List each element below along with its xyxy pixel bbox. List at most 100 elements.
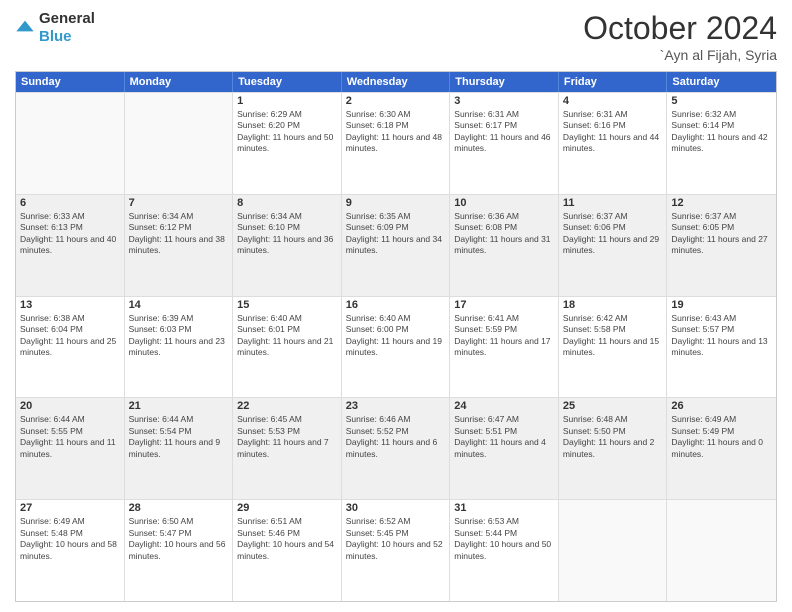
calendar-cell: 6 Sunrise: 6:33 AMSunset: 6:13 PMDaylight…: [16, 195, 125, 296]
calendar-cell: 15 Sunrise: 6:40 AMSunset: 6:01 PMDayligh…: [233, 297, 342, 398]
cell-info: Sunrise: 6:39 AMSunset: 6:03 PMDaylight:…: [129, 313, 229, 359]
calendar-cell: 13 Sunrise: 6:38 AMSunset: 6:04 PMDayligh…: [16, 297, 125, 398]
cell-info: Sunrise: 6:52 AMSunset: 5:45 PMDaylight:…: [346, 516, 446, 562]
day-number: 9: [346, 197, 446, 209]
cell-info: Sunrise: 6:40 AMSunset: 6:00 PMDaylight:…: [346, 313, 446, 359]
logo-general: General: [39, 10, 95, 27]
day-header-monday: Monday: [125, 72, 234, 92]
day-number: 19: [671, 299, 772, 311]
day-number: 3: [454, 95, 554, 107]
day-header-saturday: Saturday: [667, 72, 776, 92]
calendar-cell: 7 Sunrise: 6:34 AMSunset: 6:12 PMDaylight…: [125, 195, 234, 296]
cell-info: Sunrise: 6:29 AMSunset: 6:20 PMDaylight:…: [237, 109, 337, 155]
cell-info: Sunrise: 6:41 AMSunset: 5:59 PMDaylight:…: [454, 313, 554, 359]
cell-info: Sunrise: 6:37 AMSunset: 6:05 PMDaylight:…: [671, 211, 772, 257]
cell-info: Sunrise: 6:45 AMSunset: 5:53 PMDaylight:…: [237, 414, 337, 460]
day-number: 2: [346, 95, 446, 107]
cell-info: Sunrise: 6:38 AMSunset: 6:04 PMDaylight:…: [20, 313, 120, 359]
cell-info: Sunrise: 6:40 AMSunset: 6:01 PMDaylight:…: [237, 313, 337, 359]
cell-info: Sunrise: 6:53 AMSunset: 5:44 PMDaylight:…: [454, 516, 554, 562]
cell-info: Sunrise: 6:30 AMSunset: 6:18 PMDaylight:…: [346, 109, 446, 155]
calendar-cell: 14 Sunrise: 6:39 AMSunset: 6:03 PMDayligh…: [125, 297, 234, 398]
day-number: 6: [20, 197, 120, 209]
day-number: 18: [563, 299, 663, 311]
calendar-cell: [559, 500, 668, 601]
day-header-sunday: Sunday: [16, 72, 125, 92]
day-number: 15: [237, 299, 337, 311]
calendar-cell: 12Sunrise: 6:37 AMSunset: 6:05 PMDayligh…: [667, 195, 776, 296]
calendar-cell: 23Sunrise: 6:46 AMSunset: 5:52 PMDayligh…: [342, 398, 451, 499]
cell-info: Sunrise: 6:34 AMSunset: 6:12 PMDaylight:…: [129, 211, 229, 257]
cell-info: Sunrise: 6:48 AMSunset: 5:50 PMDaylight:…: [563, 414, 663, 460]
day-number: 4: [563, 95, 663, 107]
logo-icon: [15, 16, 35, 36]
cell-info: Sunrise: 6:31 AMSunset: 6:16 PMDaylight:…: [563, 109, 663, 155]
cell-info: Sunrise: 6:46 AMSunset: 5:52 PMDaylight:…: [346, 414, 446, 460]
calendar-body: 1 Sunrise: 6:29 AMSunset: 6:20 PMDaylight…: [16, 92, 776, 601]
day-number: 29: [237, 502, 337, 514]
calendar-cell: 10 Sunrise: 6:36 AMSunset: 6:08 PMDayligh…: [450, 195, 559, 296]
calendar-cell: 2 Sunrise: 6:30 AMSunset: 6:18 PMDaylight…: [342, 93, 451, 194]
cell-info: Sunrise: 6:35 AMSunset: 6:09 PMDaylight:…: [346, 211, 446, 257]
cell-info: Sunrise: 6:43 AMSunset: 5:57 PMDaylight:…: [671, 313, 772, 359]
day-number: 5: [671, 95, 772, 107]
calendar-cell: [667, 500, 776, 601]
cell-info: Sunrise: 6:44 AMSunset: 5:55 PMDaylight:…: [20, 414, 120, 460]
calendar-cell: [125, 93, 234, 194]
day-number: 24: [454, 400, 554, 412]
calendar-week-4: 20Sunrise: 6:44 AMSunset: 5:55 PMDayligh…: [16, 397, 776, 499]
calendar-cell: 16 Sunrise: 6:40 AMSunset: 6:00 PMDayligh…: [342, 297, 451, 398]
calendar-cell: 4 Sunrise: 6:31 AMSunset: 6:16 PMDaylight…: [559, 93, 668, 194]
calendar-week-2: 6 Sunrise: 6:33 AMSunset: 6:13 PMDaylight…: [16, 194, 776, 296]
day-header-friday: Friday: [559, 72, 668, 92]
day-number: 10: [454, 197, 554, 209]
day-number: 31: [454, 502, 554, 514]
title-block: October 2024 `Ayn al Fijah, Syria: [583, 10, 777, 63]
calendar-cell: 20Sunrise: 6:44 AMSunset: 5:55 PMDayligh…: [16, 398, 125, 499]
cell-info: Sunrise: 6:47 AMSunset: 5:51 PMDaylight:…: [454, 414, 554, 460]
calendar-cell: 26 Sunrise: 6:49 AMSunset: 5:49 PMDayligh…: [667, 398, 776, 499]
calendar-cell: 8Sunrise: 6:34 AMSunset: 6:10 PMDaylight…: [233, 195, 342, 296]
cell-info: Sunrise: 6:32 AMSunset: 6:14 PMDaylight:…: [671, 109, 772, 155]
calendar-cell: 18Sunrise: 6:42 AMSunset: 5:58 PMDayligh…: [559, 297, 668, 398]
day-number: 1: [237, 95, 337, 107]
day-number: 25: [563, 400, 663, 412]
calendar-cell: 31 Sunrise: 6:53 AMSunset: 5:44 PMDayligh…: [450, 500, 559, 601]
day-header-wednesday: Wednesday: [342, 72, 451, 92]
day-number: 11: [563, 197, 663, 209]
cell-info: Sunrise: 6:36 AMSunset: 6:08 PMDaylight:…: [454, 211, 554, 257]
cell-info: Sunrise: 6:49 AMSunset: 5:48 PMDaylight:…: [20, 516, 120, 562]
day-number: 27: [20, 502, 120, 514]
month-year: October 2024: [583, 10, 777, 47]
cell-info: Sunrise: 6:31 AMSunset: 6:17 PMDaylight:…: [454, 109, 554, 155]
calendar-cell: 11 Sunrise: 6:37 AMSunset: 6:06 PMDayligh…: [559, 195, 668, 296]
day-number: 13: [20, 299, 120, 311]
calendar-cell: 19 Sunrise: 6:43 AMSunset: 5:57 PMDayligh…: [667, 297, 776, 398]
day-number: 7: [129, 197, 229, 209]
logo-blue: Blue: [39, 28, 72, 45]
location: `Ayn al Fijah, Syria: [583, 47, 777, 63]
calendar-cell: 9 Sunrise: 6:35 AMSunset: 6:09 PMDaylight…: [342, 195, 451, 296]
calendar-cell: 22 Sunrise: 6:45 AMSunset: 5:53 PMDayligh…: [233, 398, 342, 499]
calendar-cell: 29 Sunrise: 6:51 AMSunset: 5:46 PMDayligh…: [233, 500, 342, 601]
calendar-cell: 27 Sunrise: 6:49 AMSunset: 5:48 PMDayligh…: [16, 500, 125, 601]
day-number: 14: [129, 299, 229, 311]
day-number: 16: [346, 299, 446, 311]
day-number: 22: [237, 400, 337, 412]
day-number: 17: [454, 299, 554, 311]
day-number: 28: [129, 502, 229, 514]
cell-info: Sunrise: 6:33 AMSunset: 6:13 PMDaylight:…: [20, 211, 120, 257]
day-number: 8: [237, 197, 337, 209]
cell-info: Sunrise: 6:37 AMSunset: 6:06 PMDaylight:…: [563, 211, 663, 257]
page-header: General Blue October 2024 `Ayn al Fijah,…: [15, 10, 777, 63]
day-number: 21: [129, 400, 229, 412]
day-number: 30: [346, 502, 446, 514]
calendar-week-1: 1 Sunrise: 6:29 AMSunset: 6:20 PMDaylight…: [16, 92, 776, 194]
cell-info: Sunrise: 6:49 AMSunset: 5:49 PMDaylight:…: [671, 414, 772, 460]
cell-info: Sunrise: 6:51 AMSunset: 5:46 PMDaylight:…: [237, 516, 337, 562]
calendar: SundayMondayTuesdayWednesdayThursdayFrid…: [15, 71, 777, 602]
logo: General Blue: [15, 10, 95, 46]
calendar-header: SundayMondayTuesdayWednesdayThursdayFrid…: [16, 72, 776, 92]
calendar-cell: 3 Sunrise: 6:31 AMSunset: 6:17 PMDaylight…: [450, 93, 559, 194]
day-number: 26: [671, 400, 772, 412]
